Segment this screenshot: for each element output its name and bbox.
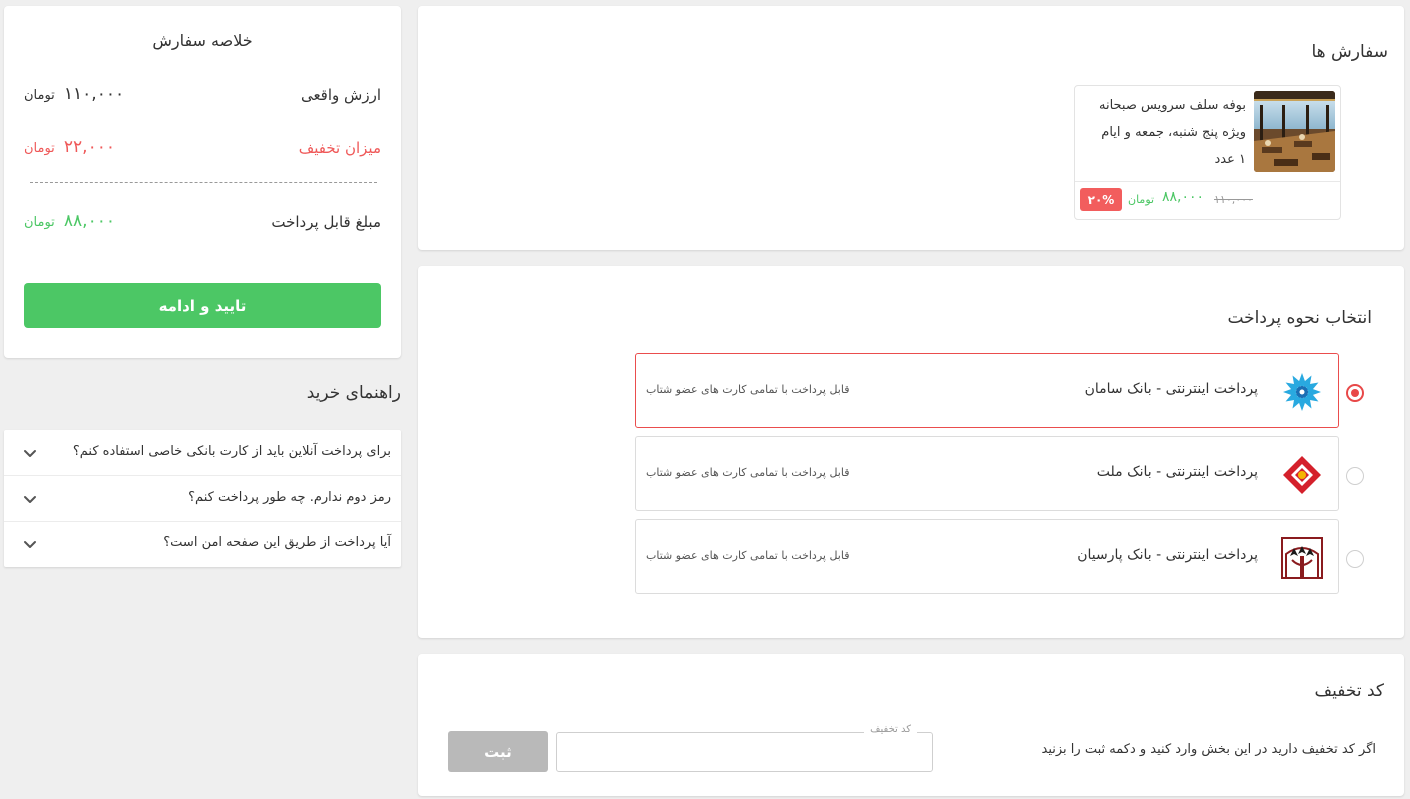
faq-list: برای پرداخت آنلاین باید از کارت بانکی خا… — [4, 430, 401, 567]
real-value-row: ارزش واقعی ۱۱۰,۰۰۰ تومان — [24, 84, 381, 108]
payable-number: ۸۸,۰۰۰ — [63, 211, 115, 231]
payable-amount: ۸۸,۰۰۰ تومان — [24, 211, 115, 231]
order-new-price: ۸۸,۰۰۰ — [1162, 189, 1205, 205]
discount-currency: تومان — [24, 141, 55, 156]
faq-question: آیا پرداخت از طریق این صفحه امن است؟ — [163, 535, 391, 550]
order-description: بوفه سلف سرویس صبحانه ویژه پنج شنبه، جمع… — [1080, 92, 1246, 173]
discount-code-field: کد تخفیف — [556, 724, 933, 772]
order-item[interactable]: بوفه سلف سرویس صبحانه ویژه پنج شنبه، جمع… — [1074, 85, 1341, 220]
payable-label: مبلغ قابل پرداخت — [271, 213, 381, 231]
bank-description: قابل پرداخت با تمامی کارت های عضو شتاب — [646, 549, 850, 562]
real-value-amount: ۱۱۰,۰۰۰ تومان — [24, 84, 124, 104]
bank-description: قابل پرداخت با تمامی کارت های عضو شتاب — [646, 383, 850, 396]
payment-method-title: انتخاب نحوه پرداخت — [1227, 308, 1372, 328]
order-currency: تومان — [1128, 193, 1155, 206]
payable-currency: تومان — [24, 215, 55, 230]
discount-number: ۲۲,۰۰۰ — [63, 137, 115, 157]
bank-option-parsian[interactable]: پرداخت اینترنتی - بانک پارسیان قابل پردا… — [635, 519, 1339, 594]
order-thumbnail — [1254, 91, 1335, 172]
mellat-bank-logo-icon — [1283, 456, 1321, 494]
faq-question: رمز دوم ندارم. چه طور پرداخت کنم؟ — [188, 490, 391, 505]
summary-divider — [30, 182, 377, 183]
radio-mellat[interactable] — [1346, 467, 1364, 485]
faq-item[interactable]: آیا پرداخت از طریق این صفحه امن است؟ — [4, 521, 401, 567]
chevron-down-icon[interactable] — [22, 491, 38, 507]
discount-code-card: کد تخفیف اگر کد تخفیف دارید در این بخش و… — [418, 654, 1404, 796]
radio-saman[interactable] — [1346, 384, 1364, 402]
parsian-bank-logo-icon — [1281, 537, 1323, 579]
orders-title: سفارش ها — [1311, 42, 1388, 62]
payable-row: مبلغ قابل پرداخت ۸۸,۰۰۰ تومان — [24, 211, 381, 235]
chevron-down-icon[interactable] — [22, 536, 38, 552]
orders-card: سفارش ها بوفه سلف سرویس صبحانه ویژه پنج … — [418, 6, 1404, 250]
discount-label: میزان تخفیف — [298, 139, 381, 157]
discount-code-description: اگر کد تخفیف دارید در این بخش وارد کنید … — [1041, 742, 1376, 757]
discount-code-label: کد تخفیف — [864, 724, 917, 735]
faq-item[interactable]: رمز دوم ندارم. چه طور پرداخت کنم؟ — [4, 476, 401, 522]
bank-name: پرداخت اینترنتی - بانک ملت — [1096, 464, 1258, 480]
real-value-label: ارزش واقعی — [300, 86, 381, 104]
order-quantity: ۱ عدد — [1214, 152, 1247, 167]
bank-option-saman[interactable]: پرداخت اینترنتی - بانک سامان قابل پرداخت… — [635, 353, 1339, 428]
discount-badge: ۲۰% — [1080, 188, 1122, 211]
restaurant-photo-icon — [1254, 91, 1335, 172]
bank-name: پرداخت اینترنتی - بانک پارسیان — [1077, 547, 1258, 563]
submit-discount-button[interactable]: ثبت — [448, 731, 548, 772]
order-title-line2: ویژه پنج شنبه، جمعه و ایام — [1101, 125, 1246, 140]
bank-name: پرداخت اینترنتی - بانک سامان — [1084, 381, 1258, 397]
payment-method-card: انتخاب نحوه پرداخت پرداخت اینترنتی - بان… — [418, 266, 1404, 638]
discount-row: میزان تخفیف ۲۲,۰۰۰ تومان — [24, 137, 381, 161]
saman-bank-logo-icon — [1283, 373, 1321, 411]
discount-code-input[interactable] — [556, 732, 933, 772]
confirm-and-continue-button[interactable]: تایید و ادامه — [24, 283, 381, 328]
faq-question: برای پرداخت آنلاین باید از کارت بانکی خا… — [72, 444, 391, 459]
bank-description: قابل پرداخت با تمامی کارت های عضو شتاب — [646, 466, 850, 479]
order-old-price: ۱۱۰,۰۰۰ — [1214, 193, 1253, 206]
discount-amount: ۲۲,۰۰۰ تومان — [24, 137, 115, 157]
order-title-line1: بوفه سلف سرویس صبحانه — [1098, 98, 1246, 113]
radio-parsian[interactable] — [1346, 550, 1364, 568]
order-summary-card: خلاصه سفارش ارزش واقعی ۱۱۰,۰۰۰ تومان میز… — [4, 6, 401, 358]
chevron-down-icon[interactable] — [22, 445, 38, 461]
purchase-guide-title: راهنمای خرید — [306, 383, 401, 403]
faq-item[interactable]: برای پرداخت آنلاین باید از کارت بانکی خا… — [4, 430, 401, 476]
discount-code-title: کد تخفیف — [1314, 681, 1384, 701]
real-value-currency: تومان — [24, 88, 55, 103]
bank-option-mellat[interactable]: پرداخت اینترنتی - بانک ملت قابل پرداخت ب… — [635, 436, 1339, 511]
order-summary-title: خلاصه سفارش — [152, 31, 253, 50]
order-divider — [1075, 181, 1340, 182]
real-value-number: ۱۱۰,۰۰۰ — [63, 84, 125, 104]
